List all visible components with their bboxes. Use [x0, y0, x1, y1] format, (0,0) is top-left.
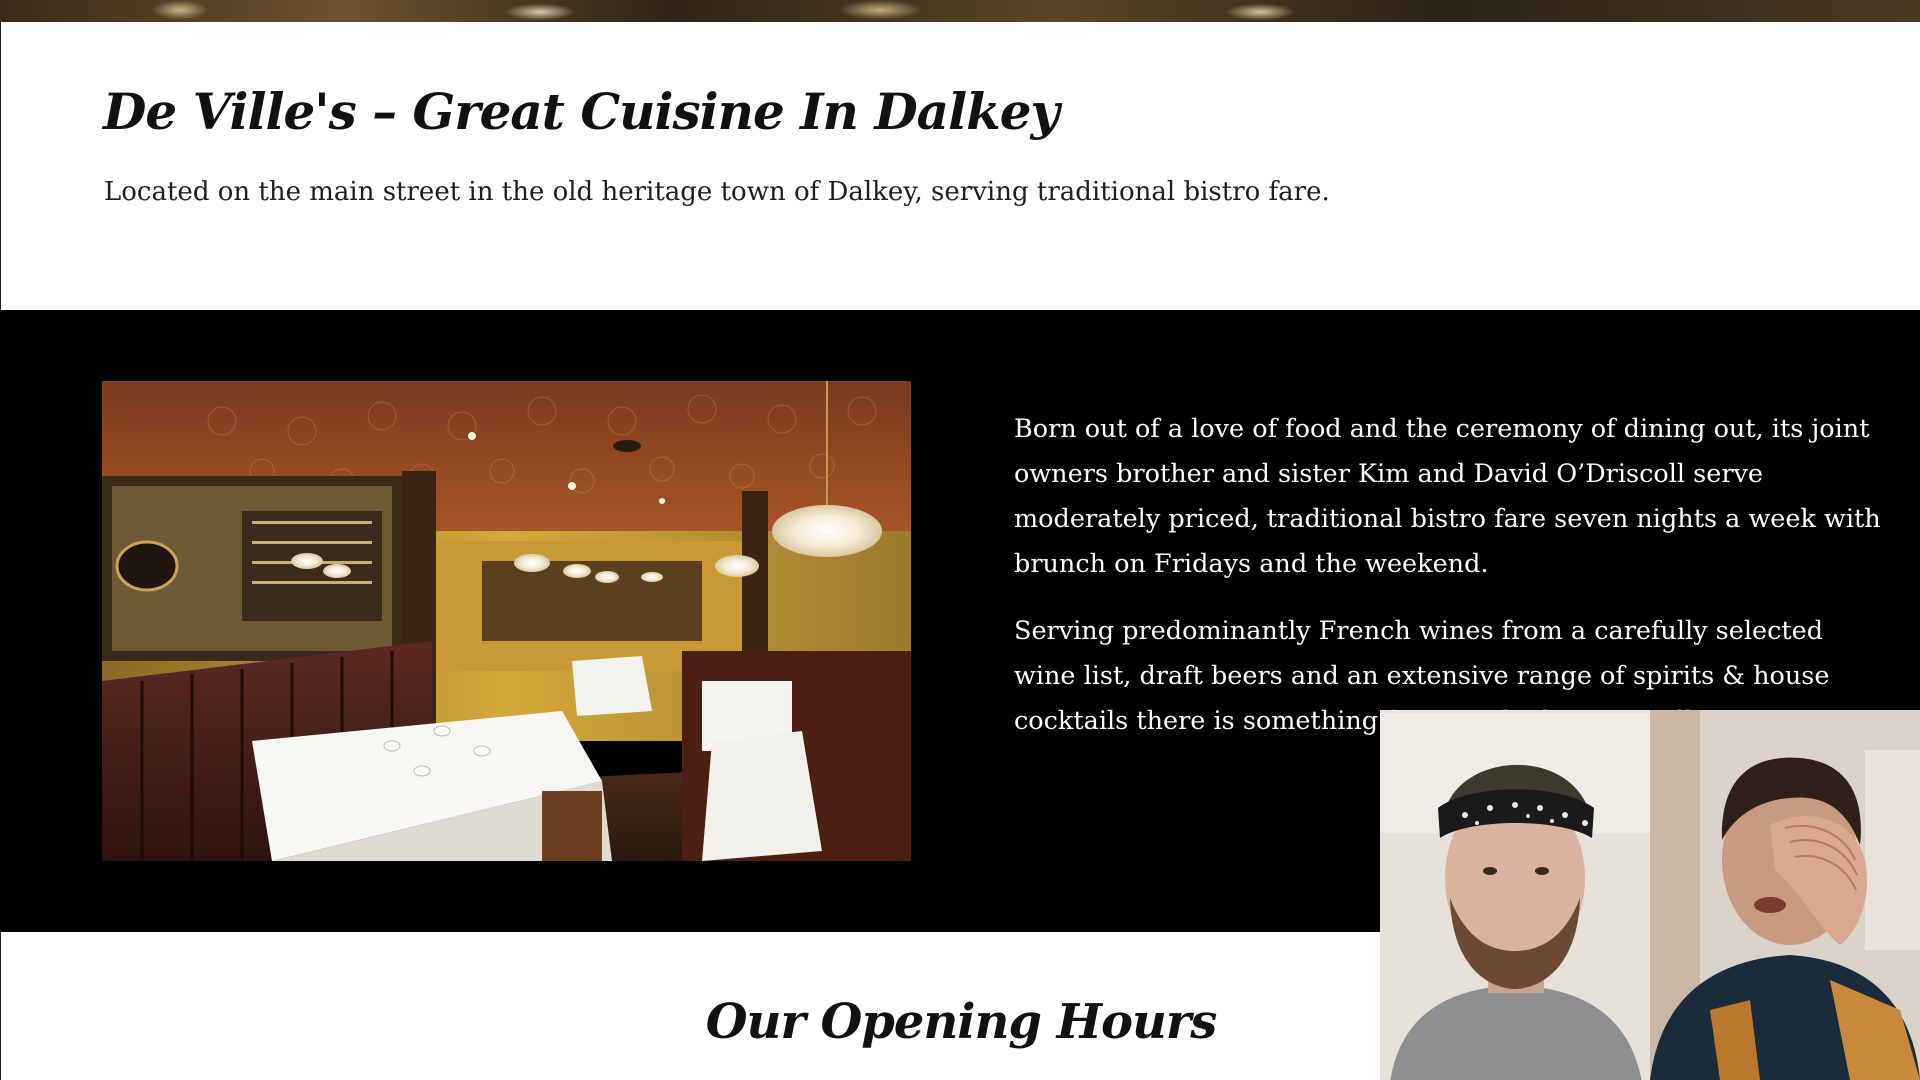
- header-photo-strip: [0, 0, 1920, 22]
- video-call-overlay: [1380, 710, 1920, 1080]
- restaurant-interior-photo: [102, 381, 911, 861]
- participant-video-2: [1650, 710, 1920, 1080]
- page-title: De Ville's – Great Cuisine In Dalkey: [103, 82, 1060, 141]
- about-paragraph-1: Born out of a love of food and the cerem…: [1014, 414, 1881, 579]
- participant-video-1: [1380, 710, 1650, 1080]
- intro-tagline: Located on the main street in the old he…: [104, 177, 1330, 207]
- intro-section: De Ville's – Great Cuisine In Dalkey Loc…: [0, 22, 1920, 310]
